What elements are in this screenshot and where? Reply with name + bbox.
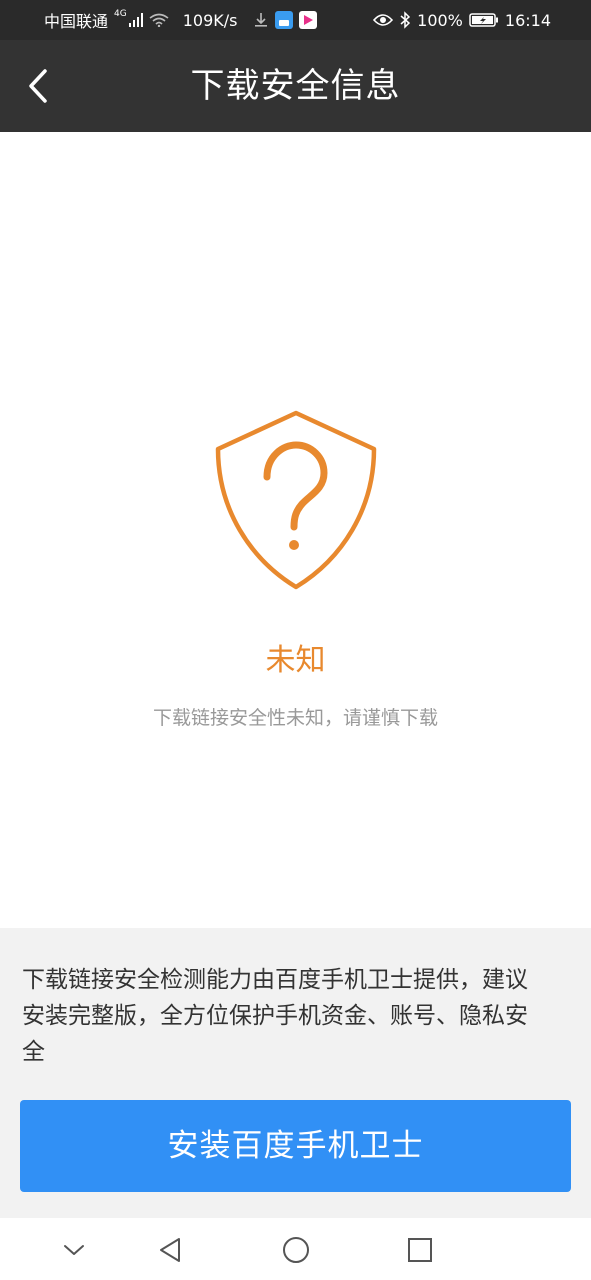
chevron-left-icon bbox=[29, 69, 47, 103]
home-circle-icon bbox=[283, 1237, 309, 1263]
info-text: 下载链接安全检测能力由百度手机卫士提供，建议安装完整版，全方位保护手机资金、账号… bbox=[22, 967, 528, 1065]
download-icon bbox=[253, 12, 269, 28]
chevron-down-icon bbox=[64, 1245, 84, 1255]
back-nav-button[interactable] bbox=[150, 1230, 190, 1270]
back-triangle-icon bbox=[160, 1238, 180, 1262]
home-nav-button[interactable] bbox=[276, 1230, 316, 1270]
recents-nav-button[interactable] bbox=[400, 1230, 440, 1270]
shield-question-icon bbox=[215, 410, 377, 590]
install-button[interactable]: 安装百度手机卫士 bbox=[20, 1100, 571, 1192]
battery-icon bbox=[469, 12, 499, 28]
bluetooth-icon bbox=[399, 11, 411, 29]
title-bar: 下载安全信息 bbox=[0, 40, 591, 132]
security-result: 未知 下载链接安全性未知，请谨慎下载 bbox=[0, 132, 591, 928]
status-label: 未知 bbox=[265, 643, 326, 678]
navigation-bar bbox=[0, 1218, 591, 1280]
carrier-name: 中国联通 bbox=[44, 12, 109, 31]
back-button[interactable] bbox=[8, 54, 68, 118]
page-title: 下载安全信息 bbox=[190, 66, 401, 106]
clock-time: 16:14 bbox=[504, 10, 551, 30]
recents-square-icon bbox=[408, 1238, 432, 1262]
status-bar-left: 中国联通 4G 109K/s bbox=[44, 0, 318, 40]
battery-percent: 100% bbox=[417, 10, 463, 30]
hide-nav-button[interactable] bbox=[54, 1230, 94, 1270]
signal-icon bbox=[128, 13, 143, 27]
screen: 中国联通 4G 109K/s 100% 16:14 下载安全信息 未知 下载链接… bbox=[0, 0, 591, 1280]
status-bar-right: 100% 16:14 bbox=[373, 0, 551, 40]
info-panel: 下载链接安全检测能力由百度手机卫士提供，建议安装完整版，全方位保护手机资金、账号… bbox=[0, 928, 591, 1218]
status-description: 下载链接安全性未知，请谨慎下载 bbox=[152, 707, 438, 729]
network-speed: 109K/s bbox=[182, 10, 238, 30]
app-notification-icon bbox=[275, 11, 294, 29]
network-type: 4G bbox=[114, 9, 127, 19]
wifi-icon bbox=[149, 13, 169, 27]
video-app-icon bbox=[299, 11, 318, 29]
status-bar: 中国联通 4G 109K/s 100% 16:14 bbox=[0, 0, 591, 40]
eye-icon bbox=[373, 13, 394, 27]
